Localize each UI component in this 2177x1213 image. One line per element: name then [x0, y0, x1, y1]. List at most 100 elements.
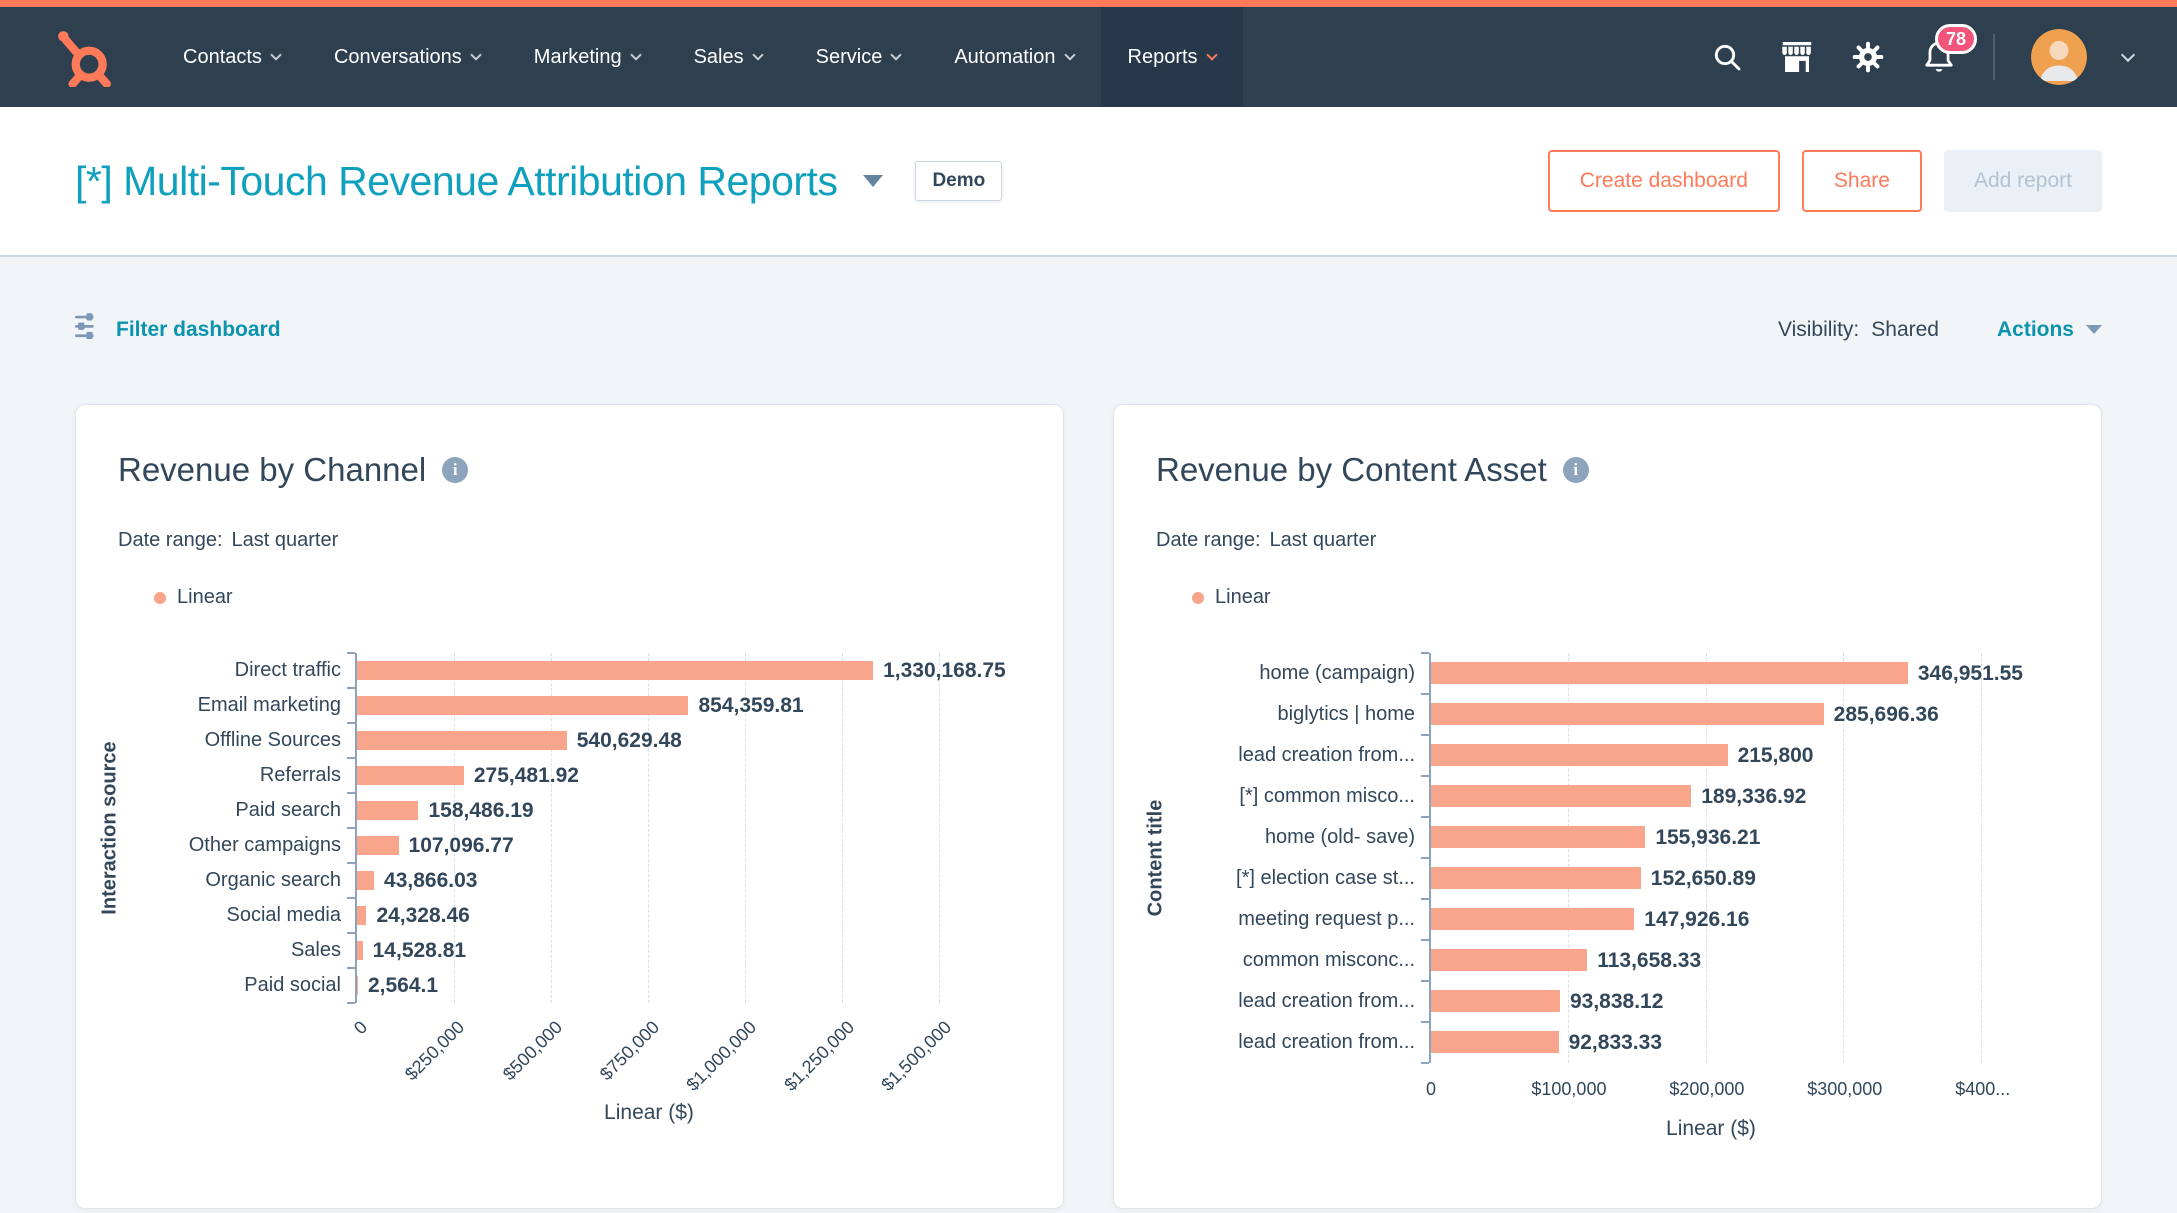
- axis-tick: [347, 967, 355, 969]
- bar[interactable]: [357, 661, 873, 680]
- axis-tick: [347, 687, 355, 689]
- axis-tick: [347, 897, 355, 899]
- main-nav: Contacts ConversationsMarketing Sales Servi…: [0, 7, 2177, 107]
- bar[interactable]: [1431, 990, 1560, 1012]
- bar[interactable]: [1431, 703, 1824, 725]
- chevron-down-icon: [1206, 49, 1217, 60]
- bar[interactable]: [357, 766, 464, 785]
- bar-row: 285,696.36: [1431, 694, 1989, 735]
- nav-item-service[interactable]: Service: [789, 7, 928, 107]
- bar[interactable]: [357, 906, 366, 925]
- legend-swatch-icon: [1192, 592, 1204, 604]
- nav-item-marketing[interactable]: Marketing: [507, 7, 667, 107]
- date-range-value: Last quarter: [1270, 529, 1377, 552]
- legend-label: Linear: [1215, 586, 1271, 609]
- bar-row: 152,650.89: [1431, 858, 1989, 899]
- filter-dashboard-link[interactable]: Filter dashboard: [75, 313, 281, 346]
- plot-area: 1,330,168.75854,359.81540,629.48275,481.…: [355, 653, 939, 1003]
- report-title: Revenue by Content Asset i: [1156, 451, 2059, 489]
- bar[interactable]: [1431, 949, 1587, 971]
- actions-menu[interactable]: Actions: [1997, 318, 2102, 342]
- legend-item[interactable]: Linear: [118, 586, 1021, 609]
- page-title[interactable]: [*] Multi-Touch Revenue Attribution Repo…: [75, 158, 837, 205]
- title-dropdown-caret-icon[interactable]: [863, 175, 883, 187]
- x-tick-label: $400...: [1955, 1079, 2010, 1100]
- bar-row: 43,866.03: [357, 863, 939, 898]
- bar[interactable]: [357, 801, 418, 820]
- bar[interactable]: [357, 696, 688, 715]
- bar[interactable]: [357, 941, 363, 960]
- axis-tick: [347, 722, 355, 724]
- bar-row: 92,833.33: [1431, 1022, 1989, 1063]
- bar-value-label: 158,486.19: [428, 799, 533, 823]
- y-axis-title: Interaction source: [99, 741, 122, 914]
- axis-tick: [347, 1002, 355, 1004]
- nav-item-label: Automation: [954, 46, 1055, 69]
- category-label: common misconc...: [1156, 940, 1429, 981]
- bar-chart: Content title home (campaign)biglytics |…: [1156, 653, 2059, 1141]
- search-icon[interactable]: [1711, 41, 1743, 73]
- bar[interactable]: [357, 836, 399, 855]
- top-accent-strip: [0, 0, 2177, 7]
- x-tick-label: 0: [1426, 1079, 1436, 1100]
- legend-swatch-icon: [154, 592, 166, 604]
- actions-caret-icon: [2086, 325, 2102, 334]
- axis-tick: [1421, 939, 1429, 941]
- bar-row: 155,936.21: [1431, 817, 1989, 858]
- share-button[interactable]: Share: [1802, 150, 1922, 212]
- hubspot-logo-icon[interactable]: [56, 27, 112, 87]
- nav-item-sales[interactable]: Sales: [667, 7, 789, 107]
- marketplace-icon[interactable]: [1779, 40, 1815, 74]
- nav-item-reports[interactable]: Reports: [1101, 7, 1243, 107]
- visibility-value: Shared: [1871, 318, 1939, 342]
- x-tick-label: $200,000: [1669, 1079, 1744, 1100]
- bar[interactable]: [1431, 908, 1634, 930]
- notifications-bell-icon[interactable]: 78: [1921, 38, 1957, 76]
- nav-item-label: Contacts: [183, 46, 262, 69]
- chevron-down-icon: [470, 49, 481, 60]
- category-label: home (old- save): [1156, 817, 1429, 858]
- create-dashboard-button[interactable]: Create dashboard: [1548, 150, 1780, 212]
- info-icon[interactable]: i: [1563, 457, 1589, 483]
- axis-tick: [1421, 898, 1429, 900]
- bar[interactable]: [1431, 785, 1691, 807]
- nav-item-automation[interactable]: Automation: [927, 7, 1100, 107]
- date-range-value: Last quarter: [232, 529, 339, 552]
- bar[interactable]: [1431, 1031, 1559, 1053]
- report-cards: Revenue by Channel i Date range: Last qu…: [75, 404, 2102, 1209]
- avatar[interactable]: [2031, 29, 2087, 85]
- add-report-button[interactable]: Add report: [1944, 150, 2102, 212]
- axis-tick: [1421, 652, 1429, 654]
- legend-item[interactable]: Linear: [1156, 586, 2059, 609]
- nav-item-label: Sales: [694, 46, 744, 69]
- info-icon[interactable]: i: [442, 457, 468, 483]
- category-label: Direct traffic: [118, 653, 355, 688]
- bar[interactable]: [1431, 744, 1728, 766]
- bar-row: 854,359.81: [357, 688, 939, 723]
- bar-value-label: 93,838.12: [1570, 990, 1663, 1014]
- bar-value-label: 92,833.33: [1569, 1031, 1662, 1055]
- demo-badge: Demo: [915, 161, 1002, 201]
- nav-item-conversations[interactable]: Conversations: [307, 7, 507, 107]
- bar[interactable]: [1431, 867, 1641, 889]
- account-chevron-down-icon[interactable]: [2121, 47, 2135, 61]
- dashboard-toolbar: Filter dashboard Visibility: Shared Acti…: [75, 257, 2102, 346]
- axis-tick: [1421, 980, 1429, 982]
- category-label: Referrals: [118, 758, 355, 793]
- bar[interactable]: [357, 976, 358, 995]
- date-range-label: Date range:: [118, 529, 223, 552]
- x-axis-title: Linear ($): [1431, 1117, 1991, 1141]
- bar[interactable]: [357, 871, 374, 890]
- bar[interactable]: [1431, 662, 1908, 684]
- nav-item-contacts[interactable]: Contacts: [156, 7, 307, 107]
- header-actions: Create dashboard Share Add report: [1548, 150, 2102, 212]
- axis-tick: [347, 792, 355, 794]
- chevron-down-icon: [1064, 49, 1075, 60]
- bar-row: 93,838.12: [1431, 981, 1989, 1022]
- bar-row: 346,951.55: [1431, 653, 1989, 694]
- bar[interactable]: [357, 731, 567, 750]
- bar[interactable]: [1431, 826, 1645, 848]
- settings-gear-icon[interactable]: [1851, 40, 1885, 74]
- date-range-label: Date range:: [1156, 529, 1261, 552]
- bar-value-label: 14,528.81: [373, 939, 466, 963]
